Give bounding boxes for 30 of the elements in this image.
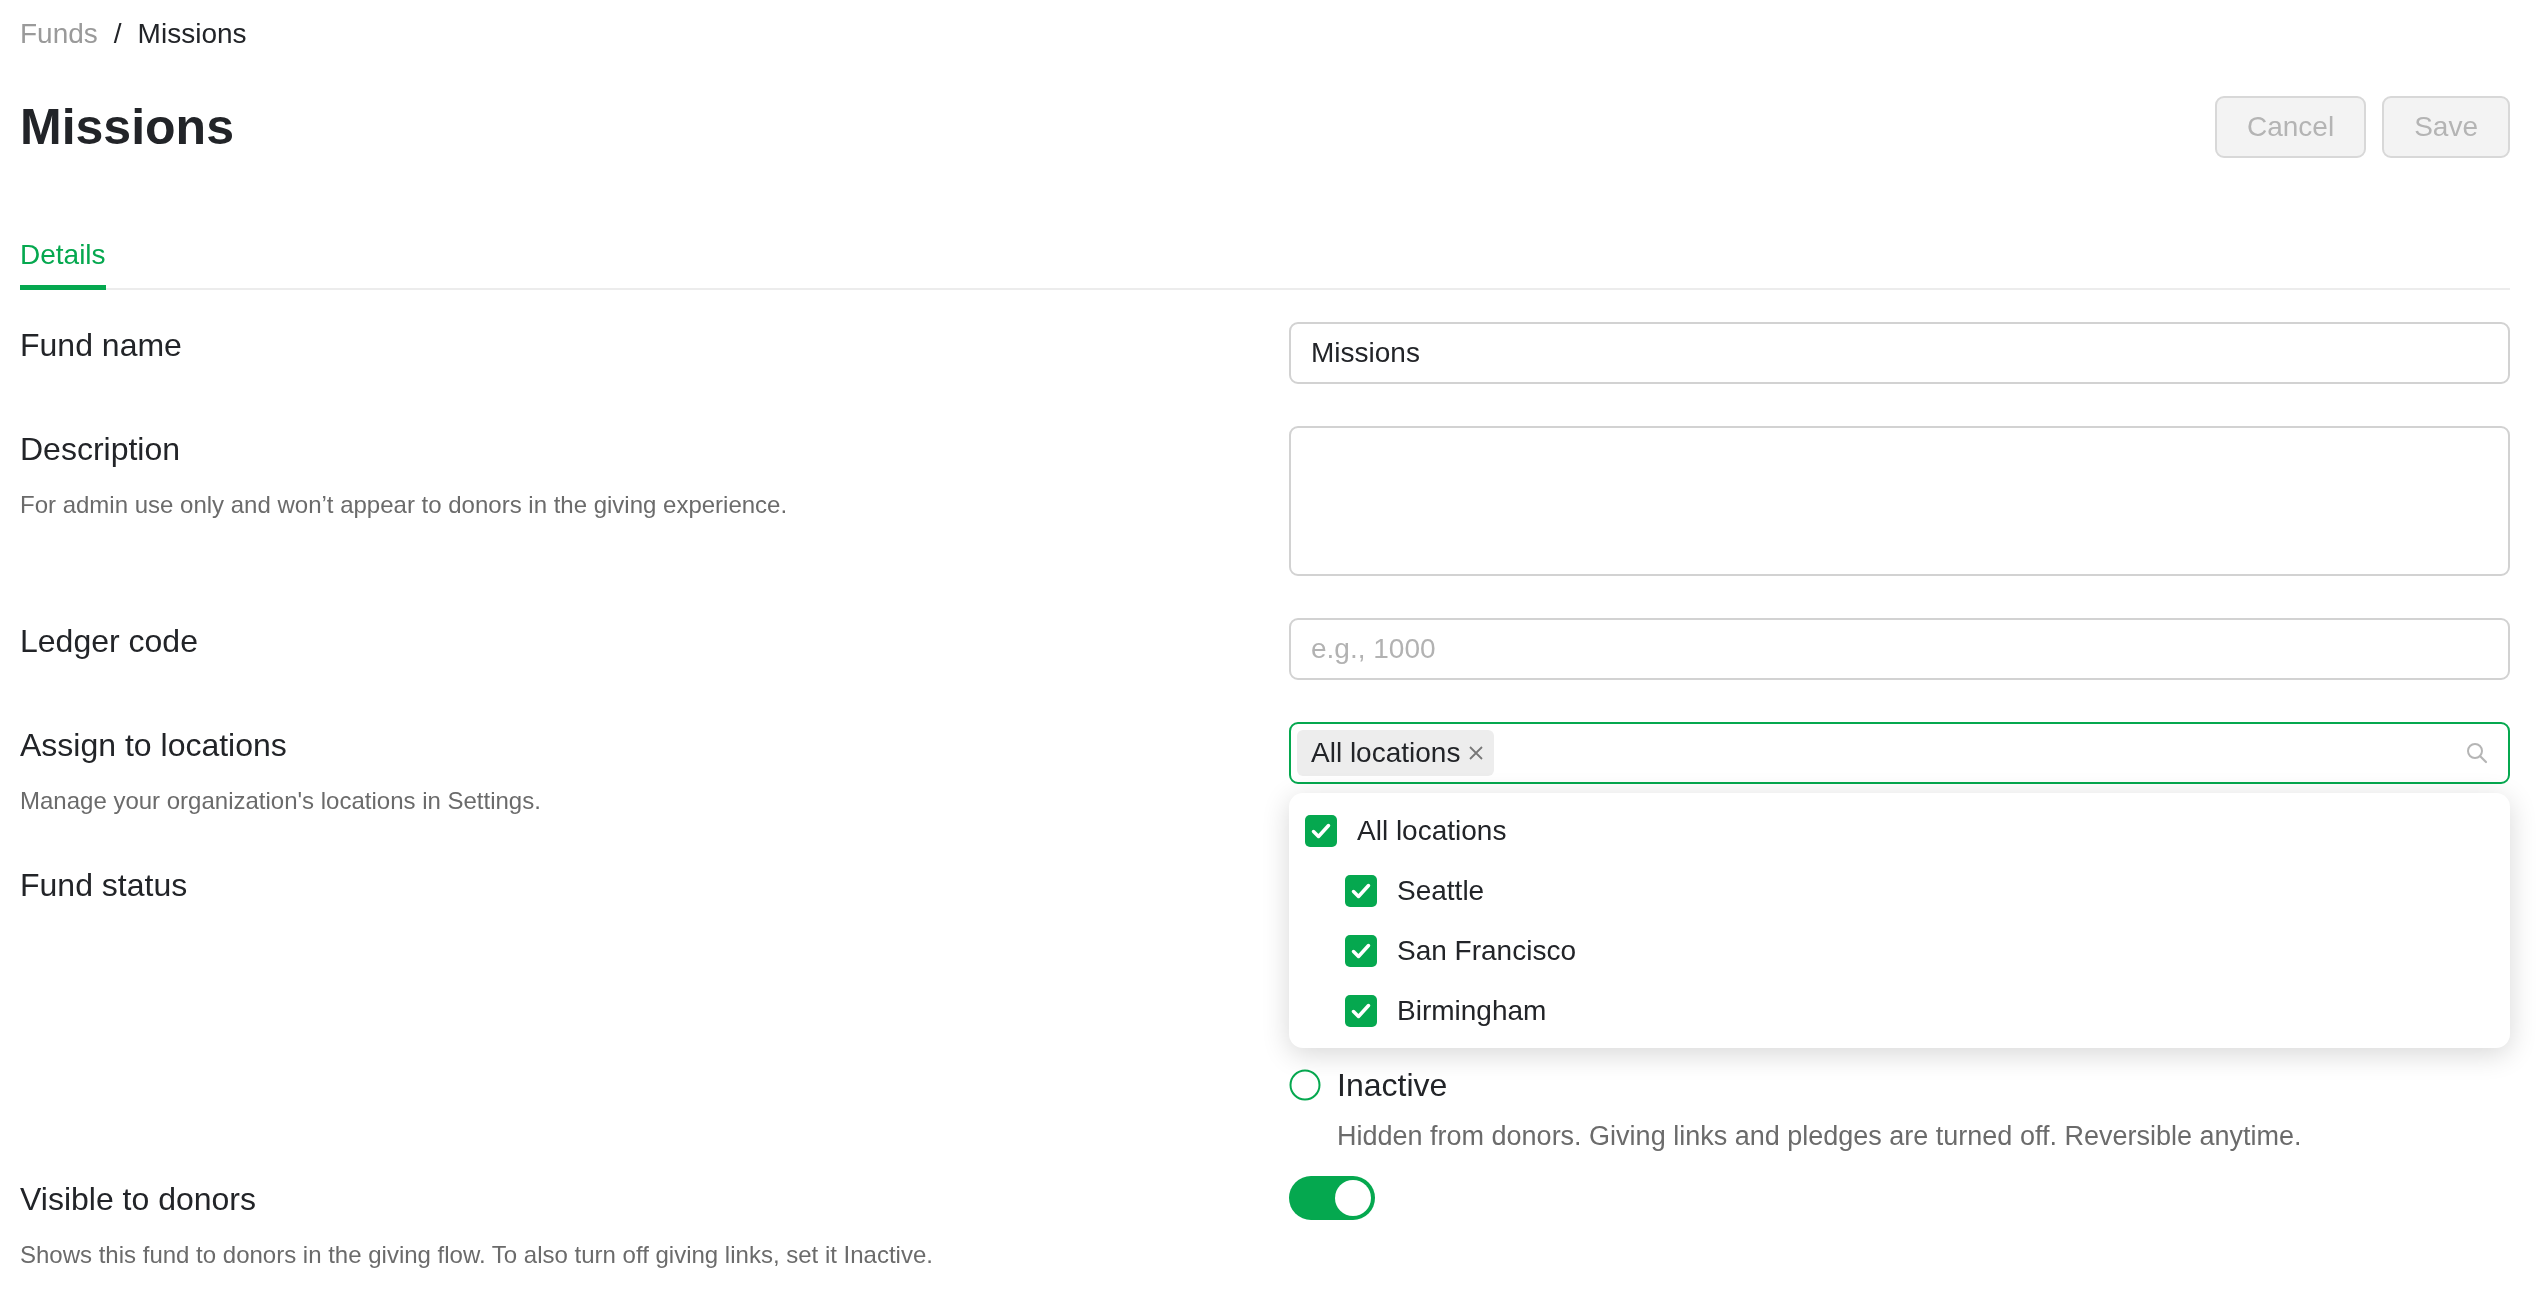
- field-label: Fund name: [20, 326, 183, 365]
- radio-label[interactable]: Inactive: [1337, 1062, 1448, 1108]
- field-label: Description: [20, 430, 182, 469]
- toggle-switch[interactable]: [1289, 1176, 1375, 1220]
- field-label: Visible to donors: [20, 1180, 257, 1219]
- search-icon: [2466, 742, 2488, 764]
- breadcrumb-separator: /: [113, 18, 122, 50]
- breadcrumb-current: Missions: [137, 18, 247, 50]
- help-text: Manage your organization's locations in Settings.: [20, 786, 542, 816]
- location-option[interactable]: San Francisco: [1305, 921, 2494, 981]
- field-label: Ledger code: [20, 622, 199, 661]
- location-tag: All locations: [1297, 730, 1495, 776]
- location-option[interactable]: All locations: [1305, 801, 2494, 861]
- location-option[interactable]: Birmingham: [1305, 981, 2494, 1041]
- checkbox[interactable]: [1345, 995, 1377, 1027]
- field-label: Assign to locations: [20, 726, 288, 765]
- remove-icon[interactable]: [1468, 745, 1485, 761]
- checkbox[interactable]: [1345, 935, 1377, 967]
- field-label: Fund status: [20, 866, 189, 905]
- description-field[interactable]: [1289, 426, 2510, 576]
- radio-button[interactable]: [1289, 1069, 1321, 1101]
- checkbox[interactable]: [1305, 815, 1337, 847]
- help-text: For admin use only and won’t appear to donors in the giving experience.: [20, 490, 789, 520]
- location-option[interactable]: Seattle: [1305, 861, 2494, 921]
- option-description: Hidden from donors. Giving links and pledges are turned off. Reversible anytime.: [1337, 1120, 2303, 1153]
- page-title: Missions: [20, 98, 234, 156]
- text-field[interactable]: Missions: [1289, 322, 2510, 384]
- location-select[interactable]: All locations: [1289, 722, 2510, 784]
- checkbox[interactable]: [1345, 875, 1377, 907]
- help-text: Shows this fund to donors in the giving flow. To also turn off giving links, set it Inactive.: [20, 1240, 934, 1270]
